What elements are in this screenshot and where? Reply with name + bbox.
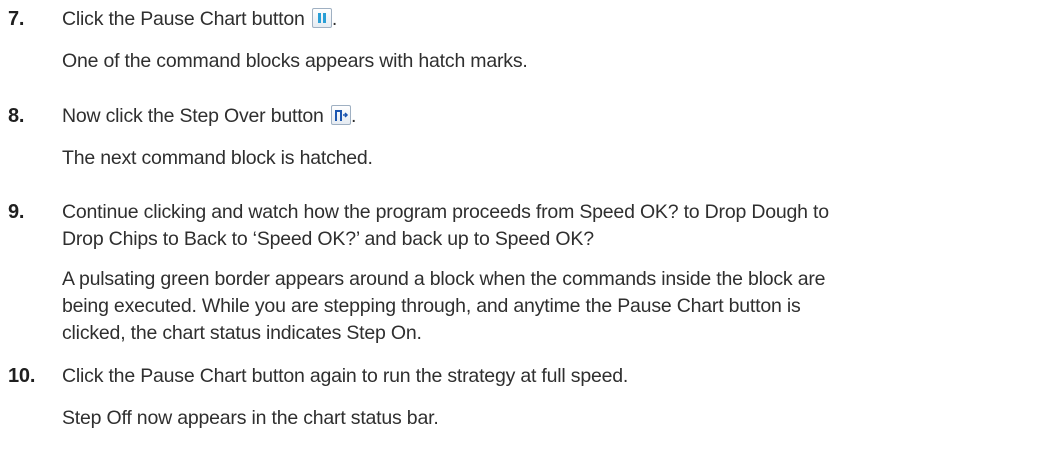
step-result: Step Off now appears in the chart status… — [62, 407, 439, 429]
instruction-text: Now click the Step Over button — [62, 105, 324, 127]
instruction-end: . — [331, 8, 338, 30]
instruction-end: . — [350, 105, 357, 127]
step-content: Continue clicking and watch how the prog… — [62, 199, 1033, 253]
step-content: Click the Pause Chart button again to ru… — [62, 363, 1033, 390]
step-number: 8. — [8, 105, 25, 127]
step-instruction: Click the Pause Chart button again to ru… — [62, 365, 629, 387]
result-line: A pulsating green border appears around … — [62, 268, 826, 290]
result-line: being executed. While you are stepping t… — [62, 295, 801, 317]
pause-chart-icon — [311, 8, 332, 28]
step-number: 9. — [8, 201, 25, 223]
step-number: 10. — [8, 365, 36, 387]
step-result: One of the command blocks appears with h… — [62, 50, 528, 72]
step-content: Now click the Step Over button . — [62, 103, 1033, 130]
step-result: The next command block is hatched. — [62, 147, 373, 169]
instruction-text: Click the Pause Chart button — [62, 8, 305, 30]
result-line: clicked, the chart status indicates Step… — [62, 322, 422, 344]
step-number: 7. — [8, 8, 25, 30]
step-over-icon — [330, 105, 351, 125]
step-instruction: Click the Pause Chart button . — [62, 6, 1033, 33]
step-instruction: Now click the Step Over button . — [62, 103, 1033, 130]
step-content: Click the Pause Chart button . — [62, 6, 1033, 33]
step-instruction-line: Drop Chips to Back to ‘Speed OK?’ and ba… — [62, 228, 594, 250]
step-instruction-line: Continue clicking and watch how the prog… — [62, 201, 829, 223]
step-result: A pulsating green border appears around … — [62, 266, 1033, 347]
